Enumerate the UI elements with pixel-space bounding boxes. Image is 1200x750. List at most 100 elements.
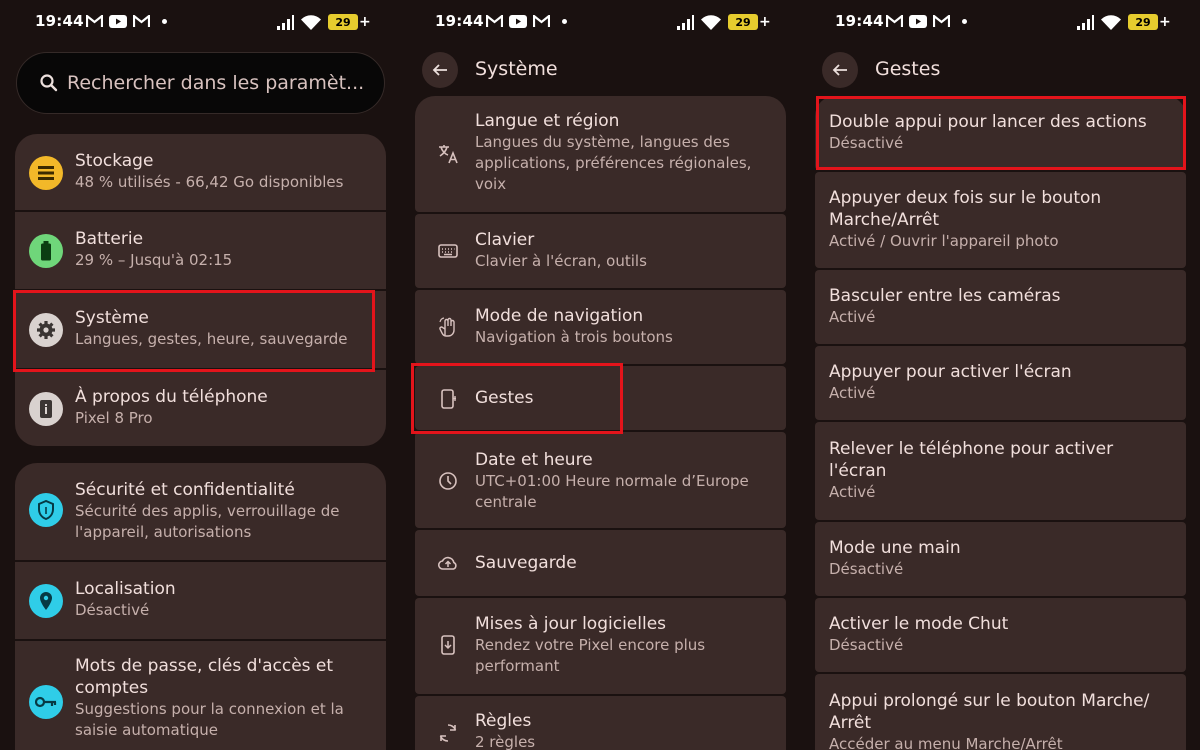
item-subtitle: Navigation à trois boutons bbox=[475, 328, 673, 346]
charging-plus-icon: + bbox=[759, 14, 771, 30]
gesture-item-double-press-power[interactable]: Appuyer deux fois sur le bouton Marche/A… bbox=[815, 172, 1186, 268]
settings-item-location[interactable]: Localisation Désactivé bbox=[15, 562, 386, 641]
gmail-icon bbox=[886, 15, 903, 27]
keyboard-icon bbox=[438, 244, 458, 258]
item-title: Date et heure bbox=[475, 450, 593, 470]
app-bar: Gestes bbox=[800, 52, 1200, 88]
gesture-item-tap-to-wake[interactable]: Appuyer pour activer l'écran Activé bbox=[815, 346, 1186, 420]
back-button[interactable] bbox=[822, 52, 858, 88]
gmail-icon bbox=[86, 15, 103, 27]
arrow-back-icon bbox=[832, 64, 847, 76]
gear-icon bbox=[29, 313, 63, 347]
shield-icon bbox=[29, 493, 63, 527]
system-item-keyboard[interactable]: Clavier Clavier à l'écran, outils bbox=[415, 214, 786, 288]
item-subtitle: Langues du système, langues des applicat… bbox=[475, 133, 752, 193]
gmail-icon bbox=[533, 15, 550, 27]
settings-item-security[interactable]: Sécurité et confidentialité Sécurité des… bbox=[15, 463, 386, 562]
item-title: À propos du téléphone bbox=[75, 387, 268, 407]
item-subtitle: Suggestions pour la connexion et la sais… bbox=[75, 700, 344, 739]
system-item-language[interactable]: Langue et région Langues du système, lan… bbox=[415, 96, 786, 212]
search-icon bbox=[40, 74, 58, 92]
item-subtitle: Activé bbox=[829, 384, 876, 402]
settings-group-device: Stockage 48 % utilisés - 66,42 Go dispon… bbox=[15, 134, 386, 446]
clock-icon bbox=[439, 472, 457, 490]
settings-item-storage[interactable]: Stockage 48 % utilisés - 66,42 Go dispon… bbox=[15, 134, 386, 212]
item-title: Système bbox=[75, 308, 149, 328]
screens: 19:44 29 + Rechercher dans les paramèt..… bbox=[0, 0, 1200, 750]
info-icon bbox=[29, 392, 63, 426]
system-item-gestures[interactable]: Gestes bbox=[415, 366, 786, 430]
item-title: Activer le mode Chut bbox=[829, 614, 1009, 634]
back-button[interactable] bbox=[422, 52, 458, 88]
item-title: Sauvegarde bbox=[475, 553, 577, 573]
item-subtitle: Pixel 8 Pro bbox=[75, 409, 153, 427]
status-bar: 19:44 29 + bbox=[800, 10, 1200, 36]
item-subtitle: Désactivé bbox=[829, 134, 904, 152]
app-bar: Système bbox=[400, 52, 800, 88]
settings-item-passwords[interactable]: Mots de passe, clés d'accès et comptes S… bbox=[15, 641, 386, 750]
item-title: Batterie bbox=[75, 229, 144, 249]
gesture-item-one-handed-mode[interactable]: Mode une main Désactivé bbox=[815, 522, 1186, 596]
wifi-icon bbox=[1101, 14, 1121, 30]
status-time: 19:44 bbox=[435, 12, 484, 30]
youtube-icon bbox=[509, 15, 527, 28]
system-item-software-updates[interactable]: Mises à jour logicielles Rendez votre Pi… bbox=[415, 598, 786, 694]
youtube-icon bbox=[109, 15, 127, 28]
gesture-item-double-tap-actions[interactable]: Double appui pour lancer des actions Dés… bbox=[815, 96, 1186, 170]
system-item-navigation-mode[interactable]: Mode de navigation Navigation à trois bo… bbox=[415, 290, 786, 364]
gesture-item-quick-silence[interactable]: Activer le mode Chut Désactivé bbox=[815, 598, 1186, 672]
page-title: Système bbox=[475, 58, 558, 80]
item-title: Mode de navigation bbox=[475, 306, 644, 326]
item-subtitle: Clavier à l'écran, outils bbox=[475, 252, 647, 270]
gmail-icon bbox=[133, 15, 150, 27]
item-subtitle: Accéder au menu Marche/Arrêt bbox=[829, 735, 1063, 750]
status-time: 19:44 bbox=[35, 12, 84, 30]
system-update-icon bbox=[441, 635, 455, 655]
signal-icon bbox=[277, 14, 294, 30]
system-item-date-time[interactable]: Date et heure UTC+01:00 Heure normale d’… bbox=[415, 432, 786, 528]
notif-dot-icon bbox=[162, 19, 167, 24]
notif-dot-icon bbox=[562, 19, 567, 24]
gesture-hand-icon bbox=[439, 317, 455, 337]
cloud-upload-icon bbox=[437, 556, 457, 570]
item-title: Double appui pour lancer des actions bbox=[829, 112, 1147, 132]
battery-badge: 29 bbox=[328, 14, 358, 30]
charging-plus-icon: + bbox=[359, 14, 371, 30]
gmail-icon bbox=[933, 15, 950, 27]
item-subtitle: Sécurité des applis, verrouillage de l'a… bbox=[75, 502, 340, 541]
item-subtitle: Langues, gestes, heure, sauvegarde bbox=[75, 330, 348, 348]
item-subtitle: Activé bbox=[829, 308, 876, 326]
settings-item-about-phone[interactable]: À propos du téléphone Pixel 8 Pro bbox=[15, 370, 386, 446]
settings-group-privacy: Sécurité et confidentialité Sécurité des… bbox=[15, 463, 386, 750]
settings-search-bar[interactable]: Rechercher dans les paramèt... bbox=[16, 52, 385, 114]
item-subtitle: Rendez votre Pixel encore plus performan… bbox=[475, 636, 706, 675]
gesture-item-long-press-power[interactable]: Appui prolongé sur le bouton Marche/ Arr… bbox=[815, 674, 1186, 750]
settings-item-system[interactable]: Système Langues, gestes, heure, sauvegar… bbox=[15, 291, 386, 370]
youtube-icon bbox=[909, 15, 927, 28]
item-subtitle: Désactivé bbox=[829, 636, 904, 654]
gmail-icon bbox=[486, 15, 503, 27]
status-bar: 19:44 29 + bbox=[400, 10, 800, 36]
notif-dot-icon bbox=[962, 19, 967, 24]
phone-gesture-icon bbox=[441, 389, 456, 409]
item-subtitle: 48 % utilisés - 66,42 Go disponibles bbox=[75, 173, 344, 191]
search-placeholder: Rechercher dans les paramèt... bbox=[67, 72, 365, 94]
item-title: Mises à jour logicielles bbox=[475, 614, 667, 634]
item-title: Appui prolongé sur le bouton Marche/ Arr… bbox=[829, 691, 1150, 733]
system-item-rules[interactable]: Règles 2 règles bbox=[415, 696, 786, 750]
gesture-item-lift-to-wake[interactable]: Relever le téléphone pour activer l'écra… bbox=[815, 422, 1186, 520]
system-item-backup[interactable]: Sauvegarde bbox=[415, 530, 786, 596]
settings-screen: 19:44 29 + Rechercher dans les paramèt..… bbox=[0, 0, 400, 750]
rules-icon bbox=[439, 724, 457, 742]
item-title: Clavier bbox=[475, 230, 535, 250]
item-title: Sécurité et confidentialité bbox=[75, 480, 295, 500]
item-title: Langue et région bbox=[475, 111, 620, 131]
item-title: Appuyer deux fois sur le bouton Marche/A… bbox=[829, 188, 1102, 230]
gesture-item-flip-camera[interactable]: Basculer entre les caméras Activé bbox=[815, 270, 1186, 344]
signal-icon bbox=[1077, 14, 1094, 30]
item-subtitle: UTC+01:00 Heure normale d’Europe central… bbox=[475, 472, 749, 511]
location-icon bbox=[29, 584, 63, 618]
settings-item-battery[interactable]: Batterie 29 % – Jusqu'à 02:15 bbox=[15, 212, 386, 291]
key-icon bbox=[29, 685, 63, 719]
signal-icon bbox=[677, 14, 694, 30]
